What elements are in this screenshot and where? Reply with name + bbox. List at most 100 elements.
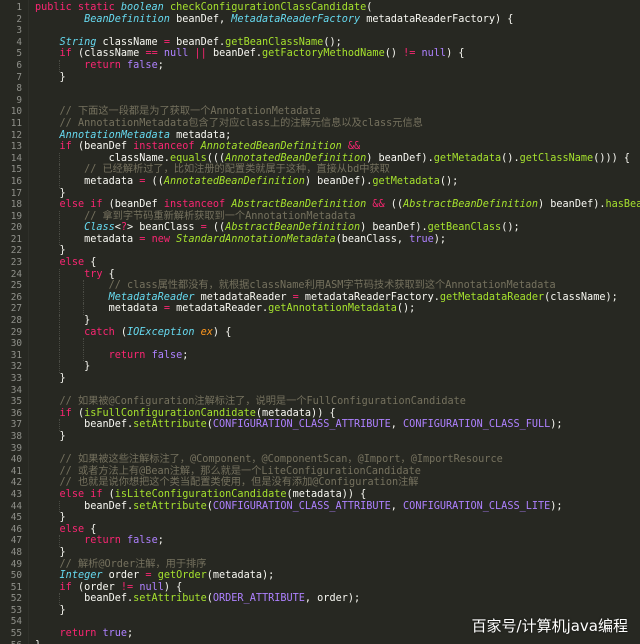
code-token: AbstractBeanDefinition — [225, 222, 361, 234]
code-line[interactable]: 11 // AnnotationMetadata包含了对应class上的注解元信… — [0, 118, 640, 130]
indent-guide — [83, 338, 84, 350]
code-line[interactable]: 13 if (beanDef instanceof AnnotatedBeanD… — [0, 141, 640, 153]
code-area[interactable]: 1 public static boolean checkConfiguratio… — [0, 0, 640, 644]
code-line[interactable]: 28 } — [0, 315, 640, 327]
code-line[interactable]: 37 beanDef.setAttribute(CONFIGURATION_CL… — [0, 419, 640, 431]
code-text: } — [35, 512, 66, 524]
line-number: 31 — [10, 349, 22, 361]
code-line[interactable]: 14 className.equals(((AnnotatedBeanDefin… — [0, 152, 640, 165]
code-line[interactable]: 27 metadata = metadataReader.getAnnotati… — [0, 303, 640, 316]
code-line[interactable]: 15 // 已经解析过了，比如注册的配置类就属于这种，直接从bd中获取 — [0, 164, 640, 176]
code-line[interactable]: 40 // 如果被这些注解标注了，@Component，@ComponentSc… — [0, 454, 640, 466]
line-number: 17 — [10, 187, 22, 199]
code-token: public static — [35, 2, 121, 13]
code-token: setAttribute — [133, 500, 207, 512]
code-text: // 拿到字节码重新解析获取到一个AnnotationMetadata — [35, 211, 355, 223]
code-line[interactable]: 16 metadata = ((AnnotatedBeanDefinition)… — [0, 175, 640, 188]
code-token: MetadataReaderFactory — [231, 13, 361, 25]
code-token: beanDef. — [169, 36, 226, 48]
code-line[interactable]: 41 // 或者方法上有@Bean注解，那么就是一个LiteConfigurat… — [0, 466, 640, 478]
code-token: ) { — [212, 326, 232, 338]
code-line[interactable]: 9 — [0, 95, 640, 107]
code-line[interactable]: 42 // 也就是说你想把这个类当配置类使用，但是没有添加@Configurat… — [0, 477, 640, 489]
code-line[interactable]: 12 AnnotationMetadata metadata; — [0, 130, 640, 142]
code-line[interactable]: 39 — [0, 443, 640, 455]
code-token: ( — [366, 2, 373, 13]
code-text: } — [35, 640, 41, 644]
code-line[interactable]: 6 return false; — [0, 59, 640, 72]
code-line[interactable]: 21 metadata = new StandardAnnotationMeta… — [0, 233, 640, 246]
code-line[interactable]: 23 else { — [0, 257, 640, 269]
code-line[interactable]: 30 — [0, 338, 640, 350]
code-line[interactable]: 35 // 如果被@Configuration注解标注了，说明是一个FullCo… — [0, 396, 640, 408]
line-number: 27 — [10, 303, 22, 315]
code-line[interactable]: 33 } — [0, 373, 640, 385]
line-number: 6 — [16, 59, 22, 71]
code-token: != — [120, 581, 134, 593]
code-line[interactable]: 18 else if (beanDef instanceof AbstractB… — [0, 199, 640, 211]
line-number: 26 — [10, 291, 22, 303]
line-number: 23 — [10, 257, 22, 269]
code-token: beanDef. — [35, 500, 134, 512]
code-line[interactable]: 34 — [0, 385, 640, 397]
code-line[interactable]: 48 } — [0, 547, 640, 559]
code-line[interactable]: 56} — [0, 640, 640, 644]
code-line[interactable]: 25 // class属性都没有，就根据className利用ASM字节码技术获… — [0, 280, 640, 292]
code-token: if — [59, 141, 72, 153]
code-token: ); — [433, 233, 447, 245]
code-token: ; — [182, 349, 189, 361]
code-line[interactable]: 45 } — [0, 512, 640, 524]
code-line[interactable]: 4 String className = beanDef.getBeanClas… — [0, 37, 640, 49]
code-token: setAttribute — [133, 593, 207, 605]
code-line[interactable]: 44 beanDef.setAttribute(CONFIGURATION_CL… — [0, 500, 640, 513]
code-line[interactable]: 52 beanDef.setAttribute(ORDER_ATTRIBUTE,… — [0, 593, 640, 605]
code-line[interactable]: 20 Class<?> beanClass = ((AbstractBeanDe… — [0, 222, 640, 234]
code-token: false — [127, 59, 158, 71]
code-line[interactable]: 2 BeanDefinition beanDef, MetadataReader… — [0, 14, 640, 26]
code-text: } — [35, 431, 66, 443]
code-line[interactable]: 17 } — [0, 188, 640, 200]
code-token: metadataReaderFactory. — [298, 291, 440, 303]
code-line[interactable]: 5 if (className == null || beanDef.getFa… — [0, 48, 640, 60]
code-token: ; — [127, 628, 134, 640]
code-text: if (beanDef instanceof AnnotatedBeanDefi… — [35, 141, 361, 153]
code-token: CONFIGURATION_CLASS_ATTRIBUTE — [212, 419, 391, 431]
code-line[interactable]: 50 Integer order = getOrder(metadata); — [0, 570, 640, 582]
code-token: } — [35, 245, 66, 257]
code-line[interactable]: 19 // 拿到字节码重新解析获取到一个AnnotationMetadata — [0, 210, 640, 223]
code-line[interactable]: 38 } — [0, 431, 640, 443]
code-line[interactable]: 26 MetadataReader metadataReader = metad… — [0, 291, 640, 304]
code-line[interactable]: 36 if (isFullConfigurationCandidate(meta… — [0, 408, 640, 420]
code-token: AnnotatedBeanDefinition — [225, 152, 367, 164]
line-number: 2 — [16, 13, 22, 25]
code-line[interactable]: 7 } — [0, 72, 640, 84]
code-line[interactable]: 10 // 下面这一段都是为了获取一个AnnotationMetadata — [0, 106, 640, 118]
code-line[interactable]: 47 return false; — [0, 535, 640, 547]
code-token: != — [403, 48, 416, 60]
code-text: Class<?> beanClass = ((AbstractBeanDefin… — [35, 222, 520, 234]
code-line[interactable]: 43 else if (isLiteConfigurationCandidate… — [0, 489, 640, 501]
code-token: return — [59, 628, 97, 640]
code-line[interactable]: 49 // 解析@Order注解，用于排序 — [0, 559, 640, 571]
code-line[interactable]: 29 catch (IOException ex) { — [0, 326, 640, 339]
code-line[interactable]: 22 } — [0, 245, 640, 257]
code-line[interactable]: 24 try { — [0, 268, 640, 281]
code-line[interactable]: 46 else { — [0, 524, 640, 536]
code-line[interactable]: 32 } — [0, 361, 640, 373]
code-line[interactable]: 31 return false; — [0, 349, 640, 362]
code-token: ((( — [206, 152, 226, 164]
code-line[interactable]: 51 if (order != null) { — [0, 582, 640, 594]
code-token: ())) { — [593, 152, 630, 164]
code-token: isLiteConfigurationCandidate — [114, 488, 287, 500]
code-line[interactable]: 3 — [0, 25, 640, 37]
code-line[interactable]: 1 public static boolean checkConfiguratio… — [0, 2, 640, 14]
code-token: } — [35, 546, 66, 558]
code-text: } — [35, 245, 66, 257]
code-editor[interactable]: 1 public static boolean checkConfiguratio… — [0, 0, 640, 644]
code-line[interactable]: 8 — [0, 83, 640, 95]
